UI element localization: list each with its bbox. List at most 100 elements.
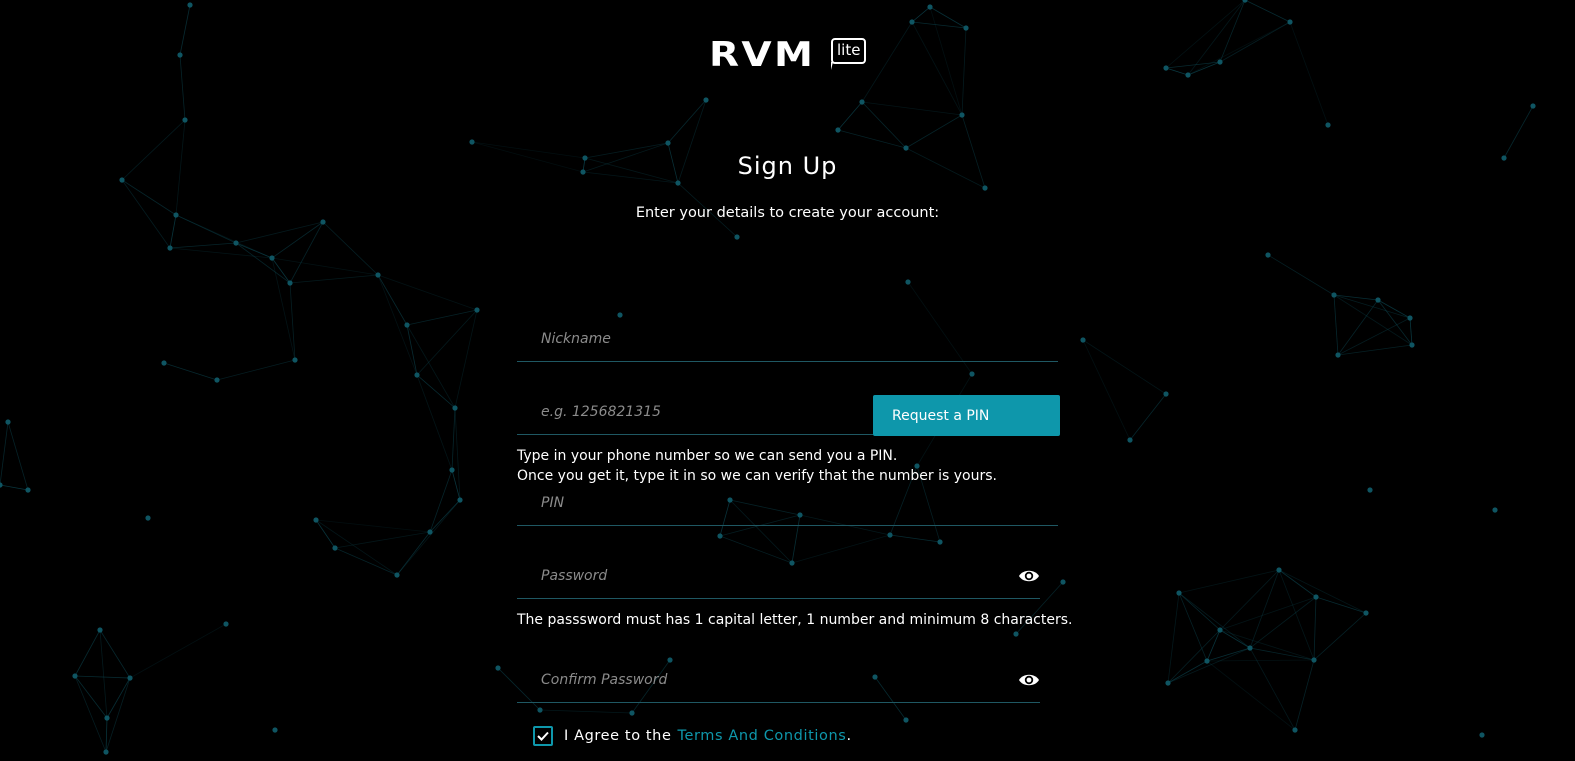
network-line — [1409, 317, 1413, 346]
network-line — [961, 27, 967, 116]
network-node — [1080, 337, 1086, 343]
network-node — [1217, 59, 1223, 65]
network-line — [1333, 294, 1339, 356]
network-line — [861, 101, 907, 149]
nickname-input[interactable] — [541, 326, 1011, 352]
network-line — [377, 274, 418, 376]
page-subtitle: Enter your details to create your accoun… — [635, 205, 940, 221]
network-line — [235, 221, 324, 244]
password-field — [517, 553, 1040, 599]
confirm-password-input[interactable] — [541, 667, 1011, 693]
password-input[interactable] — [541, 563, 1011, 589]
network-line — [1333, 294, 1413, 346]
phone-help-line-1: Type in your phone number so we can send… — [517, 448, 898, 464]
network-line — [1503, 105, 1534, 159]
network-line — [1313, 612, 1367, 661]
network-background — [0, 0, 1536, 755]
network-line — [1206, 660, 1296, 731]
network-node — [292, 357, 298, 363]
terms-agreement: I Agree to the Terms And Conditions . — [533, 726, 852, 746]
network-node — [0, 482, 3, 488]
network-node — [1311, 657, 1317, 663]
network-node — [1367, 487, 1373, 493]
network-line — [406, 324, 456, 409]
network-node — [1335, 352, 1341, 358]
network-node — [1217, 627, 1223, 633]
network-node — [703, 97, 709, 103]
network-line — [0, 421, 9, 486]
network-line — [1178, 592, 1208, 662]
network-line — [169, 242, 237, 249]
network-node — [469, 139, 475, 145]
logo-text: RVM — [709, 35, 816, 75]
network-line — [179, 54, 186, 121]
network-line — [1167, 629, 1221, 684]
network-node — [1163, 391, 1169, 397]
network-line — [1294, 659, 1315, 731]
request-pin-button[interactable]: Request a PIN — [873, 395, 1060, 436]
page-title: Sign Up — [737, 152, 838, 180]
nickname-field — [517, 316, 1058, 362]
network-line — [1167, 660, 1208, 684]
network-line — [1129, 393, 1167, 441]
network-line — [667, 99, 707, 144]
eye-icon[interactable] — [1018, 568, 1040, 584]
network-node — [927, 4, 933, 10]
phone-input[interactable] — [541, 399, 861, 425]
network-line — [99, 629, 131, 679]
network-node — [665, 140, 671, 146]
network-line — [271, 257, 379, 276]
network-line — [334, 547, 398, 576]
network-line — [1167, 647, 1251, 684]
network-node — [1265, 252, 1271, 258]
network-line — [1377, 299, 1413, 346]
network-line — [289, 221, 324, 284]
network-line — [1187, 21, 1291, 76]
network-line — [905, 114, 963, 149]
network-line — [1219, 0, 1246, 63]
network-line — [377, 274, 408, 326]
eye-icon[interactable] — [1018, 672, 1040, 688]
pin-input[interactable] — [541, 490, 1011, 516]
network-node — [104, 715, 110, 721]
network-node — [414, 372, 420, 378]
agree-checkbox[interactable] — [533, 726, 553, 746]
network-node — [72, 673, 78, 679]
network-line — [416, 374, 453, 471]
network-line — [1289, 21, 1329, 126]
network-node — [457, 497, 463, 503]
network-line — [169, 247, 273, 259]
network-node — [1375, 297, 1381, 303]
network-node — [859, 99, 865, 105]
network-node — [969, 371, 975, 377]
network-line — [1337, 344, 1413, 356]
network-line — [454, 309, 478, 409]
network-line — [74, 675, 131, 679]
network-node — [375, 272, 381, 278]
network-line — [1165, 67, 1189, 76]
network-line — [406, 309, 478, 326]
network-line — [837, 101, 863, 131]
network-line — [1219, 596, 1317, 631]
network-node — [452, 405, 458, 411]
network-node — [272, 727, 278, 733]
network-line — [1219, 629, 1251, 649]
network-line — [396, 499, 461, 576]
network-node — [233, 240, 239, 246]
network-line — [1219, 21, 1291, 63]
terms-link[interactable]: Terms And Conditions — [677, 728, 846, 744]
network-node — [1185, 72, 1191, 78]
network-line — [451, 407, 456, 471]
network-node — [161, 360, 167, 366]
network-node — [835, 127, 841, 133]
network-node — [127, 675, 133, 681]
network-line — [7, 421, 29, 491]
network-line — [163, 362, 218, 381]
network-line — [315, 519, 398, 576]
network-line — [216, 359, 296, 381]
network-line — [235, 242, 291, 284]
password-help-text: The passsword must has 1 capital letter,… — [517, 612, 1073, 628]
network-node — [1363, 610, 1369, 616]
network-node — [1176, 590, 1182, 596]
network-node — [675, 180, 681, 186]
